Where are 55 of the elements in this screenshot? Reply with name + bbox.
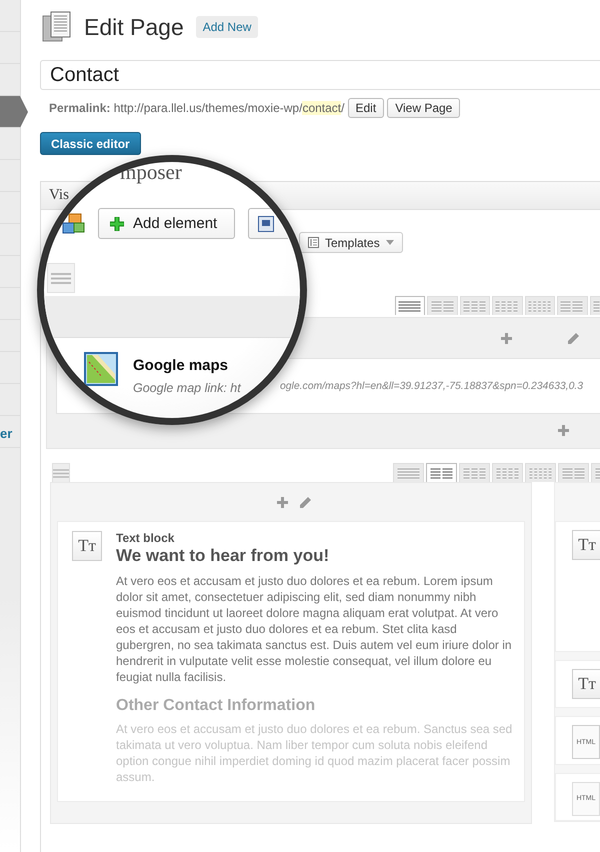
layout-button[interactable] bbox=[395, 296, 426, 315]
panel-title: Vis bbox=[49, 187, 69, 204]
permalink-button[interactable]: View Page bbox=[387, 98, 460, 118]
plus-icon[interactable] bbox=[558, 425, 569, 436]
columns-icon bbox=[398, 300, 422, 312]
text-block-icon: Tт bbox=[572, 668, 600, 699]
plus-icon[interactable] bbox=[277, 496, 288, 508]
panel-title: mposer bbox=[120, 162, 182, 185]
element-title: Google maps bbox=[133, 357, 228, 374]
text-block-icon: Tт bbox=[572, 530, 600, 560]
map-link-text: Google map link: ht bbox=[133, 381, 241, 395]
columns-icon bbox=[495, 300, 520, 312]
permalink-text: Permalink: http://para.llel.us/themes/moxie-wp/contact/ bbox=[49, 101, 344, 115]
handle-icon bbox=[53, 468, 69, 478]
template-icon bbox=[308, 237, 319, 248]
drag-handle[interactable] bbox=[52, 463, 70, 482]
columns-icon bbox=[462, 468, 486, 478]
add-new-button[interactable]: Add New bbox=[196, 16, 258, 38]
map-icon bbox=[84, 352, 118, 386]
templates-button[interactable]: Templates bbox=[299, 232, 403, 253]
handle-icon bbox=[51, 272, 71, 284]
content-heading: We want to hear from you! bbox=[116, 546, 330, 566]
text-block-icon: Tт bbox=[72, 531, 102, 561]
sidebar-item[interactable] bbox=[0, 96, 28, 128]
sidebar-item[interactable]: er bbox=[0, 416, 20, 448]
columns-icon bbox=[528, 300, 552, 312]
add-element-button[interactable]: Add element bbox=[98, 208, 235, 239]
content-paragraph: At vero eos et accusam et justo duo dolores et ea rebum. Lorem ipsum dolor sit amet, consectetuer adipiscing elit, sed diam nonummy nibh euismod tincidunt ut laoreet dolore magna aliquam erat volutpat. At vero eos et accusam et justo duo dolores et ea rebum. Stet clita kasd gubergren, no sea takimata sanctus est. Duis autem vel eum iriure dolor in hendrerit in vulputate velit esse molestie consequat, vel illum dolore eu feugiat nulla facilisis. bbox=[116, 573, 513, 685]
columns-icon bbox=[396, 468, 420, 478]
layout-button[interactable] bbox=[426, 463, 457, 482]
page-title: Edit Page bbox=[84, 14, 184, 40]
content-paragraph: At vero eos et accusam et justo duo dolores et ea rebum. Sanctus sea sed takimata ut vero voluptua. Nam liber tempor cum soluta nobis eleifend option congue nihil imperdiet doming id quod mazim placerat facer possim assum. bbox=[116, 721, 514, 785]
columns-icon bbox=[496, 468, 520, 478]
toolbar-button[interactable] bbox=[248, 208, 288, 239]
cubes-icon bbox=[61, 212, 85, 236]
content-heading: Other Contact Information bbox=[116, 697, 316, 715]
pages-icon bbox=[42, 11, 72, 43]
map-link-text: ogle.com/maps?hl=en&ll=39.91237,-75.18837&spn=0.234633,0.3 bbox=[280, 380, 584, 392]
title-field[interactable]: Contact bbox=[40, 60, 600, 90]
layout-icon bbox=[258, 216, 274, 232]
caret-icon bbox=[386, 240, 394, 245]
columns-icon bbox=[463, 300, 488, 312]
columns-icon bbox=[528, 468, 552, 478]
plus-icon bbox=[110, 216, 124, 230]
classic-editor-button[interactable]: Classic editor bbox=[40, 132, 141, 155]
permalink-button[interactable]: Edit bbox=[348, 98, 384, 118]
pencil-icon[interactable] bbox=[568, 332, 579, 344]
columns-icon bbox=[560, 300, 584, 312]
plus-icon[interactable] bbox=[501, 332, 512, 344]
columns-icon bbox=[430, 300, 455, 312]
element-label: Text block bbox=[116, 531, 176, 545]
pencil-icon[interactable] bbox=[300, 496, 311, 508]
columns-icon bbox=[562, 468, 586, 478]
columns-icon bbox=[430, 468, 454, 478]
drag-handle[interactable] bbox=[47, 263, 75, 293]
